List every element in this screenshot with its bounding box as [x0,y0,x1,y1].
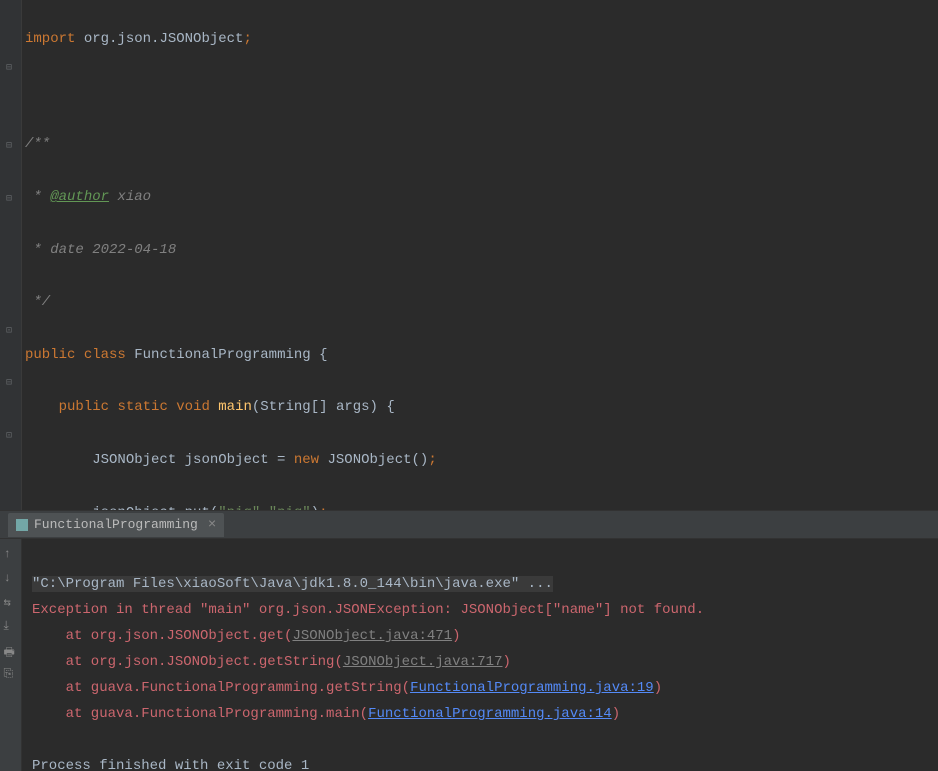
stacktrace-link[interactable]: JSONObject.java:717 [343,654,503,670]
javadoc-open: /** [25,136,50,152]
exception-line: Exception in thread "main" org.json.JSON… [32,602,704,618]
javadoc-date: * date 2022-04-18 [25,242,176,258]
console-output[interactable]: "C:\Program Files\xiaoSoft\Java\jdk1.8.0… [22,539,938,771]
fold-icon[interactable]: ⊟ [6,377,16,387]
method-main: main [218,399,252,415]
fold-icon[interactable]: ⊡ [6,430,16,440]
keyword-public: public [25,347,75,363]
editor-gutter: ⊟ ⊟ ⊟ ⊡ ⊟ ⊡ [0,0,22,510]
console-tab-label: FunctionalProgramming [34,517,198,532]
javadoc-author-name: xiao [109,189,151,205]
keyword-class: class [84,347,126,363]
fold-icon[interactable]: ⊡ [6,325,16,335]
javadoc-author-tag: @author [50,189,109,205]
stacktrace-link[interactable]: FunctionalProgramming.java:14 [368,706,612,722]
print-icon[interactable]: 🖶 [4,643,18,657]
command-line: "C:\Program Files\xiaoSoft\Java\jdk1.8.0… [32,576,553,592]
fold-icon[interactable]: ⊟ [6,62,16,72]
fold-icon[interactable]: ⊟ [6,140,16,150]
stacktrace-link[interactable]: FunctionalProgramming.java:19 [410,680,654,696]
console-toolbar: ↑ ↓ ⇆ ⤓ 🖶 ⎘ [0,539,22,771]
process-exit-line: Process finished with exit code 1 [32,758,309,771]
stacktrace-link[interactable]: JSONObject.java:471 [292,628,452,644]
clear-icon[interactable]: ⎘ [4,667,18,681]
fold-icon[interactable]: ⊟ [6,193,16,203]
javadoc-close: */ [25,294,50,310]
wrap-icon[interactable]: ⇆ [4,595,18,609]
run-console-panel: FunctionalProgramming × ↑ ↓ ⇆ ⤓ 🖶 ⎘ "C:\… [0,510,938,771]
code-editor[interactable]: ⊟ ⊟ ⊟ ⊡ ⊟ ⊡ import org.json.JSONObject; … [0,0,938,510]
import-package: org.json.JSONObject [84,31,244,47]
down-icon[interactable]: ↓ [4,571,18,585]
class-name: FunctionalProgramming [134,347,310,363]
code-content[interactable]: import org.json.JSONObject; /** * @autho… [0,0,938,510]
console-tab[interactable]: FunctionalProgramming × [8,513,224,537]
up-icon[interactable]: ↑ [4,547,18,561]
close-icon[interactable]: × [208,517,216,533]
keyword-import: import [25,31,75,47]
console-tab-bar: FunctionalProgramming × [0,511,938,539]
run-config-icon [16,519,28,531]
scroll-icon[interactable]: ⤓ [4,619,18,633]
